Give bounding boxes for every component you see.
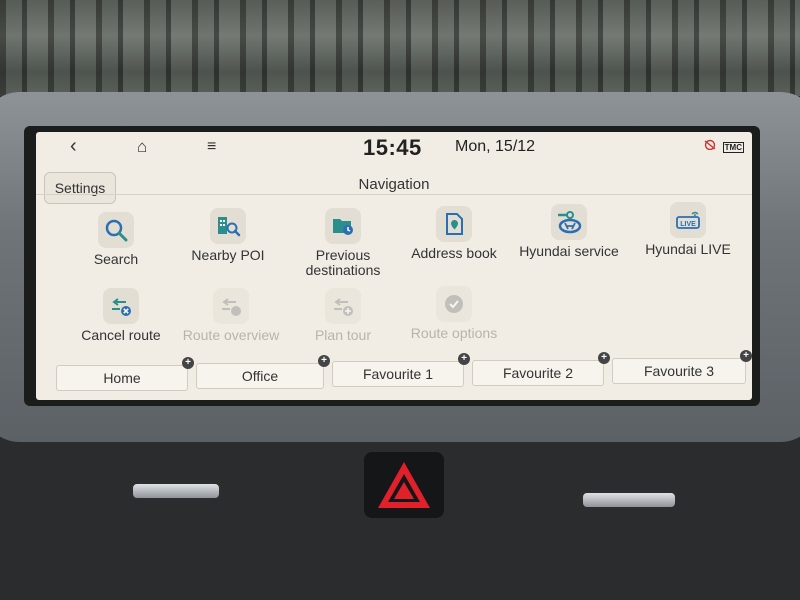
favourite-home-button[interactable]: Home + [56,357,194,391]
menu-item-label: Hyundai LIVE [645,241,731,257]
clock-date: Mon, 15/12 [455,138,536,155]
status-indicators: TMC [700,138,744,153]
favourite-1-button[interactable]: Favourite 1 + [332,353,470,387]
hazard-triangle-icon [378,462,430,508]
page-title: Navigation [358,176,430,193]
hyundai-live-icon: LIVE [670,202,706,238]
add-favourite-icon[interactable]: + [182,357,194,369]
menu-item-hyundai-service[interactable]: Hyundai service [509,204,629,259]
menu-item-plan-tour[interactable]: Plan tour [283,288,403,343]
menu-item-route-overview[interactable]: Route overview [171,288,291,343]
route-overview-icon [213,288,249,324]
menu-item-address-book[interactable]: Address book [394,206,514,261]
menu-item-label: Plan tour [314,327,372,343]
menu-item-hyundai-live[interactable]: LIVE Hyundai LIVE [628,202,748,257]
route-options-icon [436,286,472,322]
cancel-route-icon [103,288,139,324]
back-icon[interactable]: ‹ [70,135,77,158]
left-air-vent[interactable] [130,481,222,501]
menu-icon[interactable]: ≡ [207,138,216,156]
menu-item-label: Search [93,251,139,267]
plan-tour-icon [325,288,361,324]
favourite-label: Favourite 2 [502,365,574,381]
infotainment-screen: ‹ ⌂ ≡ 15:45 Mon, 15/12 TMC Settings Navi… [36,132,752,400]
menu-item-label: Route overview [182,327,280,343]
add-favourite-icon[interactable]: + [458,353,470,365]
right-air-vent[interactable] [580,490,678,510]
search-icon [98,212,134,248]
home-icon[interactable]: ⌂ [137,137,147,157]
menu-item-label: Route options [410,325,498,341]
favourite-label: Favourite 1 [362,366,434,382]
hyundai-service-icon [551,204,587,240]
connectivity-icon [703,138,717,152]
menu-item-search[interactable]: Search [56,212,176,267]
menu-item-label: Previous destinations [305,247,381,278]
menu-item-cancel-route[interactable]: Cancel route [61,288,181,343]
favourite-2-button[interactable]: Favourite 2 + [472,352,610,386]
favourite-label: Home [103,370,141,386]
svg-text:LIVE: LIVE [680,221,696,228]
header-divider [36,194,752,195]
favourite-3-button[interactable]: Favourite 3 + [612,350,752,384]
menu-item-label: Hyundai service [519,243,619,259]
clock-time: 15:45 [363,135,422,160]
add-favourite-icon[interactable]: + [598,352,610,364]
add-favourite-icon[interactable]: + [318,355,330,367]
favourite-label: Office [241,368,279,384]
add-favourite-icon[interactable]: + [740,350,752,362]
menu-item-route-options[interactable]: Route options [394,286,514,341]
favourite-label: Favourite 3 [643,363,715,379]
favourite-office-button[interactable]: Office + [196,355,330,389]
address-book-icon [436,206,472,242]
menu-item-nearby-poi[interactable]: Nearby POI [168,208,288,263]
menu-item-label: Cancel route [81,327,161,343]
menu-item-label: Address book [411,245,497,261]
menu-item-label: Nearby POI [191,247,265,263]
menu-item-previous-destinations[interactable]: Previous destinations [283,208,403,278]
hazard-button[interactable] [364,452,444,518]
previous-destinations-icon [325,208,361,244]
nearby-poi-icon [210,208,246,244]
favourites-bar: Home + Office + Favourite 1 + Favourite … [56,350,752,391]
status-bar: ‹ ⌂ ≡ 15:45 Mon, 15/12 TMC [36,132,752,166]
tmc-badge: TMC [722,142,744,153]
